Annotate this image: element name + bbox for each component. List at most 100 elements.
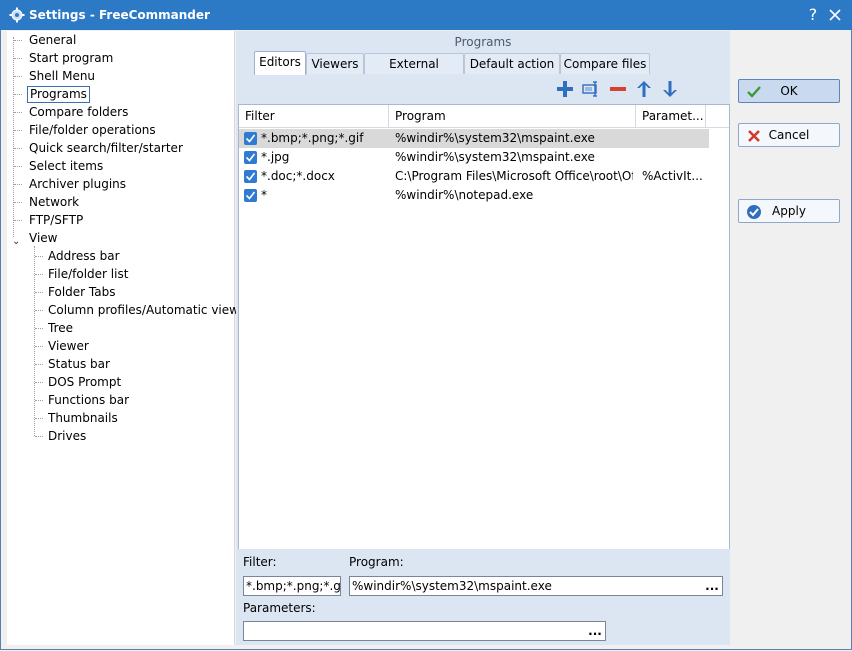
programs-panel: Programs Editors Viewers External viewer… [236, 31, 730, 645]
tree-connector [14, 202, 22, 203]
close-icon [829, 9, 841, 21]
section-title: Programs [454, 35, 512, 49]
row-checkbox[interactable] [244, 132, 257, 145]
apply-button[interactable]: Apply [738, 199, 840, 223]
tree-connector [14, 220, 22, 221]
tree-item-shell-menu[interactable]: Shell Menu [27, 68, 97, 85]
program-browse-button[interactable]: ... [704, 577, 720, 595]
row-checkbox[interactable] [244, 170, 257, 183]
tree-item-general[interactable]: General [27, 32, 78, 49]
tab-editors[interactable]: Editors [254, 51, 306, 75]
parameters-label: Parameters: [243, 601, 316, 615]
cancel-button-label: Cancel [768, 128, 810, 142]
cell-program: %windir%\notepad.exe [395, 188, 534, 202]
table-row[interactable]: *.jpg %windir%\system32\mspaint.exe [239, 148, 709, 167]
cell-filter: *.bmp;*.png;*.gif [261, 131, 364, 145]
tab-viewers[interactable]: Viewers [306, 53, 364, 74]
cell-program: C:\Program Files\Microsoft Office\root\O… [395, 169, 633, 183]
table-header: Filter Program Paramet... [239, 105, 729, 128]
tree-item-folder-tabs[interactable]: Folder Tabs [46, 284, 117, 301]
tree-item-network[interactable]: Network [27, 194, 81, 211]
table-row[interactable]: * %windir%\notepad.exe [239, 186, 709, 205]
filter-label: Filter: [243, 555, 277, 569]
program-field-value: %windir%\system32\mspaint.exe [352, 579, 552, 593]
program-field[interactable]: %windir%\system32\mspaint.exe ... [349, 576, 723, 596]
help-button[interactable]: ? [802, 4, 824, 26]
chevron-down-icon[interactable]: ⌄ [12, 236, 20, 247]
row-checkbox[interactable] [244, 189, 257, 202]
ok-button-label: OK [780, 84, 798, 98]
move-up-icon[interactable] [634, 79, 654, 99]
table-row[interactable]: *.bmp;*.png;*.gif %windir%\system32\mspai… [239, 129, 709, 148]
dialog-frame: ⌄ General Start program Shell Menu Programs… [0, 30, 852, 650]
tree-connector [14, 58, 22, 59]
tree-item-dos-prompt[interactable]: DOS Prompt [46, 374, 123, 391]
tree-connector [35, 436, 43, 437]
gear-icon [9, 7, 25, 23]
tree-item-view[interactable]: View [27, 230, 59, 247]
remove-icon[interactable] [608, 79, 628, 99]
tree-item-quick-search-filter-starter[interactable]: Quick search/filter/starter [27, 140, 185, 157]
tree-item-tree[interactable]: Tree [46, 320, 75, 337]
column-header-parameters[interactable]: Paramet... [636, 105, 706, 127]
apply-button-label: Apply [772, 204, 806, 218]
editors-table[interactable]: Filter Program Paramet... *.bmp;*.png;*.… [238, 104, 730, 550]
tree-connector [14, 94, 22, 95]
tree-connector [35, 418, 43, 419]
column-header-filter[interactable]: Filter [239, 105, 389, 127]
tree-connector [14, 130, 22, 131]
settings-tree[interactable]: ⌄ General Start program Shell Menu Programs… [7, 31, 245, 645]
cell-parameters: %ActivIt... [642, 169, 703, 183]
tree-item-start-program[interactable]: Start program [27, 50, 115, 67]
cell-program: %windir%\system32\mspaint.exe [395, 150, 595, 164]
ok-button[interactable]: OK [738, 79, 840, 103]
cancel-button[interactable]: Cancel [738, 123, 840, 147]
move-down-icon[interactable] [660, 79, 680, 99]
checkmark-icon [245, 153, 256, 162]
tab-compare-files[interactable]: Compare files [560, 53, 650, 74]
tree-connector [14, 148, 22, 149]
tree-item-ftp-sftp[interactable]: FTP/SFTP [27, 212, 85, 229]
tree-item-archiver-plugins[interactable]: Archiver plugins [27, 176, 128, 193]
edit-icon[interactable] [581, 79, 601, 99]
cell-filter: *.doc;*.docx [261, 169, 335, 183]
tree-connector [14, 40, 22, 41]
tree-item-compare-folders[interactable]: Compare folders [27, 104, 130, 121]
tree-item-viewer[interactable]: Viewer [46, 338, 91, 355]
tree-connector [35, 346, 43, 347]
tree-connector [35, 400, 43, 401]
cell-filter: *.jpg [261, 150, 290, 164]
tree-item-select-items[interactable]: Select items [27, 158, 105, 175]
add-icon[interactable] [555, 79, 575, 99]
row-checkbox[interactable] [244, 151, 257, 164]
checkmark-icon [245, 191, 256, 200]
tab-default-action[interactable]: Default action [464, 53, 560, 74]
parameters-field[interactable]: ... [243, 621, 606, 641]
tree-item-thumbnails[interactable]: Thumbnails [46, 410, 120, 427]
tree-item-column-profiles-automatic-views[interactable]: Column profiles/Automatic views [46, 302, 247, 319]
tree-connector [35, 274, 43, 275]
filter-field-value: *.bmp;*.png;*.gif [246, 579, 341, 593]
parameters-browse-button[interactable]: ... [587, 622, 603, 640]
tree-item-file-folder-list[interactable]: File/folder list [46, 266, 130, 283]
window-title: Settings - FreeCommander [29, 8, 210, 22]
tab-strip: Editors Viewers External viewers Default… [238, 51, 728, 91]
tree-item-drives[interactable]: Drives [46, 428, 88, 445]
tree-item-status-bar[interactable]: Status bar [46, 356, 112, 373]
close-button[interactable] [824, 4, 846, 26]
title-bar: Settings - FreeCommander ? [0, 0, 852, 30]
editors-tab-body: Filter Program Paramet... *.bmp;*.png;*.… [238, 75, 730, 550]
tree-item-functions-bar[interactable]: Functions bar [46, 392, 131, 409]
tree-item-file-folder-operations[interactable]: File/folder operations [27, 122, 158, 139]
table-row[interactable]: *.doc;*.docx C:\Program Files\Microsoft O… [239, 167, 709, 186]
cell-filter: * [261, 188, 267, 202]
filter-field[interactable]: *.bmp;*.png;*.gif [243, 576, 341, 596]
tree-item-programs[interactable]: Programs [27, 86, 90, 103]
editor-details: Filter: Program: *.bmp;*.png;*.gif %wind… [236, 549, 730, 645]
tab-external-viewers[interactable]: External viewers [364, 53, 464, 91]
tree-connector [14, 76, 22, 77]
tree-item-address-bar[interactable]: Address bar [46, 248, 122, 265]
tree-connector [14, 184, 22, 185]
checkmark-icon [245, 134, 256, 143]
column-header-program[interactable]: Program [389, 105, 636, 127]
